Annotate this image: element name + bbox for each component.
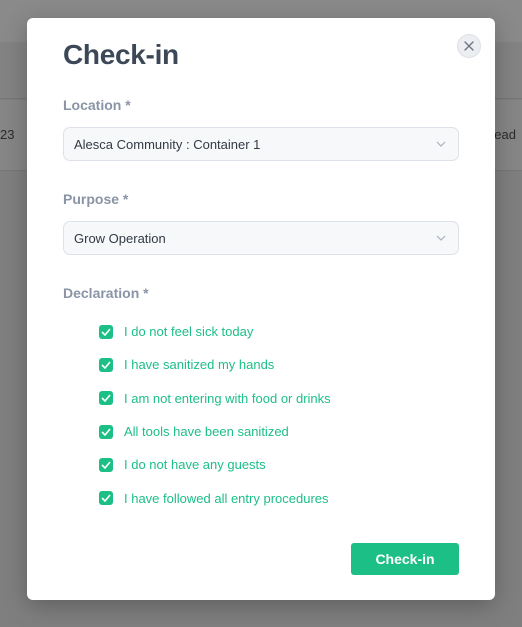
location-label: Location * — [63, 97, 131, 113]
modal-title: Check-in — [63, 39, 179, 70]
check-icon — [101, 428, 111, 436]
close-button[interactable] — [457, 34, 481, 58]
checkbox-checked[interactable] — [99, 424, 113, 439]
background-text-right: ead — [494, 127, 516, 142]
purpose-label: Purpose * — [63, 191, 129, 207]
declaration-item[interactable]: I do not feel sick today — [99, 315, 331, 348]
declaration-item-label: I am not entering with food or drinks — [124, 390, 331, 406]
declaration-item[interactable]: All tools have been sanitized — [99, 415, 331, 448]
declaration-item-label: I do not feel sick today — [124, 324, 254, 340]
declaration-item[interactable]: I am not entering with food or drinks — [99, 382, 331, 415]
chevron-down-icon — [436, 235, 446, 241]
checkbox-checked[interactable] — [99, 391, 113, 406]
check-icon — [101, 461, 111, 469]
checkbox-checked[interactable] — [99, 491, 113, 506]
declaration-item-label: I have sanitized my hands — [124, 357, 275, 373]
location-value: Alesca Community : Container 1 — [74, 136, 261, 152]
declaration-item[interactable]: I have sanitized my hands — [99, 348, 331, 381]
background-text-left: 23 — [0, 127, 15, 142]
purpose-select[interactable]: Grow Operation — [63, 221, 459, 255]
declaration-item[interactable]: I do not have any guests — [99, 448, 331, 481]
declaration-item-label: I have followed all entry procedures — [124, 490, 329, 506]
declaration-item-label: I do not have any guests — [124, 457, 266, 473]
checkbox-checked[interactable] — [99, 324, 113, 339]
close-icon — [464, 41, 474, 51]
check-icon — [101, 494, 111, 503]
location-select[interactable]: Alesca Community : Container 1 — [63, 127, 459, 161]
check-in-button[interactable]: Check-in — [351, 543, 459, 575]
check-icon — [101, 394, 111, 403]
declaration-list: I do not feel sick today I have sanitize… — [99, 315, 331, 515]
checkbox-checked[interactable] — [99, 357, 113, 372]
chevron-down-icon — [436, 141, 446, 147]
purpose-value: Grow Operation — [74, 230, 166, 246]
check-icon — [101, 328, 111, 336]
check-icon — [101, 361, 111, 369]
check-in-modal: Check-in Location * Alesca Community : C… — [27, 18, 495, 600]
checkbox-checked[interactable] — [99, 457, 113, 472]
declaration-label: Declaration * — [63, 285, 149, 301]
declaration-item-label: All tools have been sanitized — [124, 424, 289, 440]
declaration-item[interactable]: I have followed all entry procedures — [99, 481, 331, 514]
